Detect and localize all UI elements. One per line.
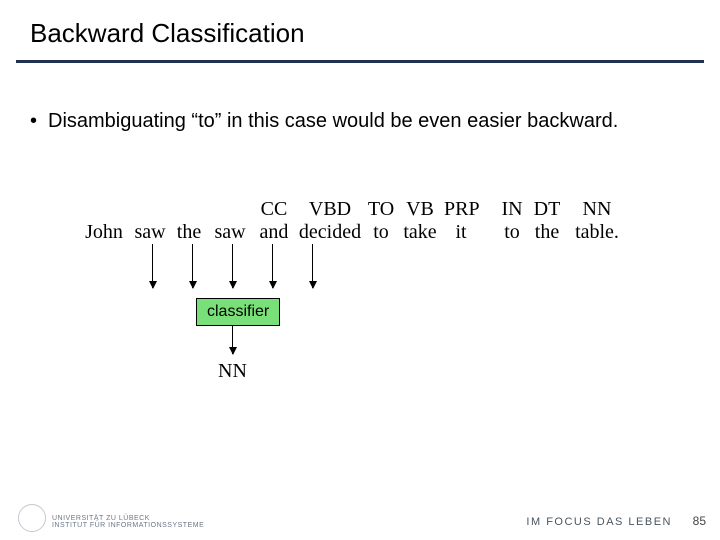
pos-tag: PRP [444,198,478,220]
arrow-down-icon [272,244,273,288]
token: table. [570,220,624,244]
word-pair: PRPit [444,198,478,244]
pos-tag [172,198,206,220]
word-pair: DTthe [530,198,564,244]
arrow-down-icon [232,244,233,288]
token: the [530,220,564,244]
word-pair: NNtable. [570,198,624,244]
pos-tag [82,198,126,220]
token: and [254,220,294,244]
token: saw [130,220,170,244]
page-number: 85 [693,514,706,528]
pos-tag: VB [400,198,440,220]
token: saw [210,220,250,244]
classifier-input-arrows [0,244,720,304]
classifier-output: NN [218,360,247,383]
bullet-content: Disambiguating “to” in this case would b… [48,110,618,132]
token: John [82,220,126,244]
token: to [498,220,526,244]
university-crest-icon [18,504,46,532]
token: it [444,220,478,244]
pos-tag: DT [530,198,564,220]
pos-tag: VBD [298,198,362,220]
word-pair: VBtake [400,198,440,244]
word-pair: John [82,198,126,244]
footer-motto: IM FOCUS DAS LEBEN [526,516,672,528]
pos-tag: IN [498,198,526,220]
arrow-down-icon [152,244,153,288]
bullet-text: • Disambiguating “to” in this case would… [48,108,618,134]
classifier-output-arrow [232,326,233,354]
token: the [172,220,206,244]
title-rule [16,60,704,63]
university-name: UNIVERSITÄT ZU LÜBECK INSTITUT FÜR INFOR… [52,515,204,530]
word-pair: INto [498,198,526,244]
word-pair: TOto [366,198,396,244]
word-pair: the [172,198,206,244]
word-pair: saw [210,198,250,244]
word-pair: saw [130,198,170,244]
pos-tag [210,198,250,220]
token: take [400,220,440,244]
classifier-box: classifier [196,298,280,326]
uni-line2: INSTITUT FÜR INFORMATIONSSYSTEME [52,522,204,530]
word-pair: VBDdecided [298,198,362,244]
pos-tag [130,198,170,220]
word-pair: CCand [254,198,294,244]
token: to [366,220,396,244]
footer: UNIVERSITÄT ZU LÜBECK INSTITUT FÜR INFOR… [0,500,720,540]
pos-tag: NN [570,198,624,220]
arrow-down-icon [312,244,313,288]
pos-tag: TO [366,198,396,220]
token: decided [298,220,362,244]
arrow-down-icon [192,244,193,288]
pos-tag: CC [254,198,294,220]
slide-title: Backward Classification [30,18,305,49]
bullet-dot: • [30,108,37,134]
